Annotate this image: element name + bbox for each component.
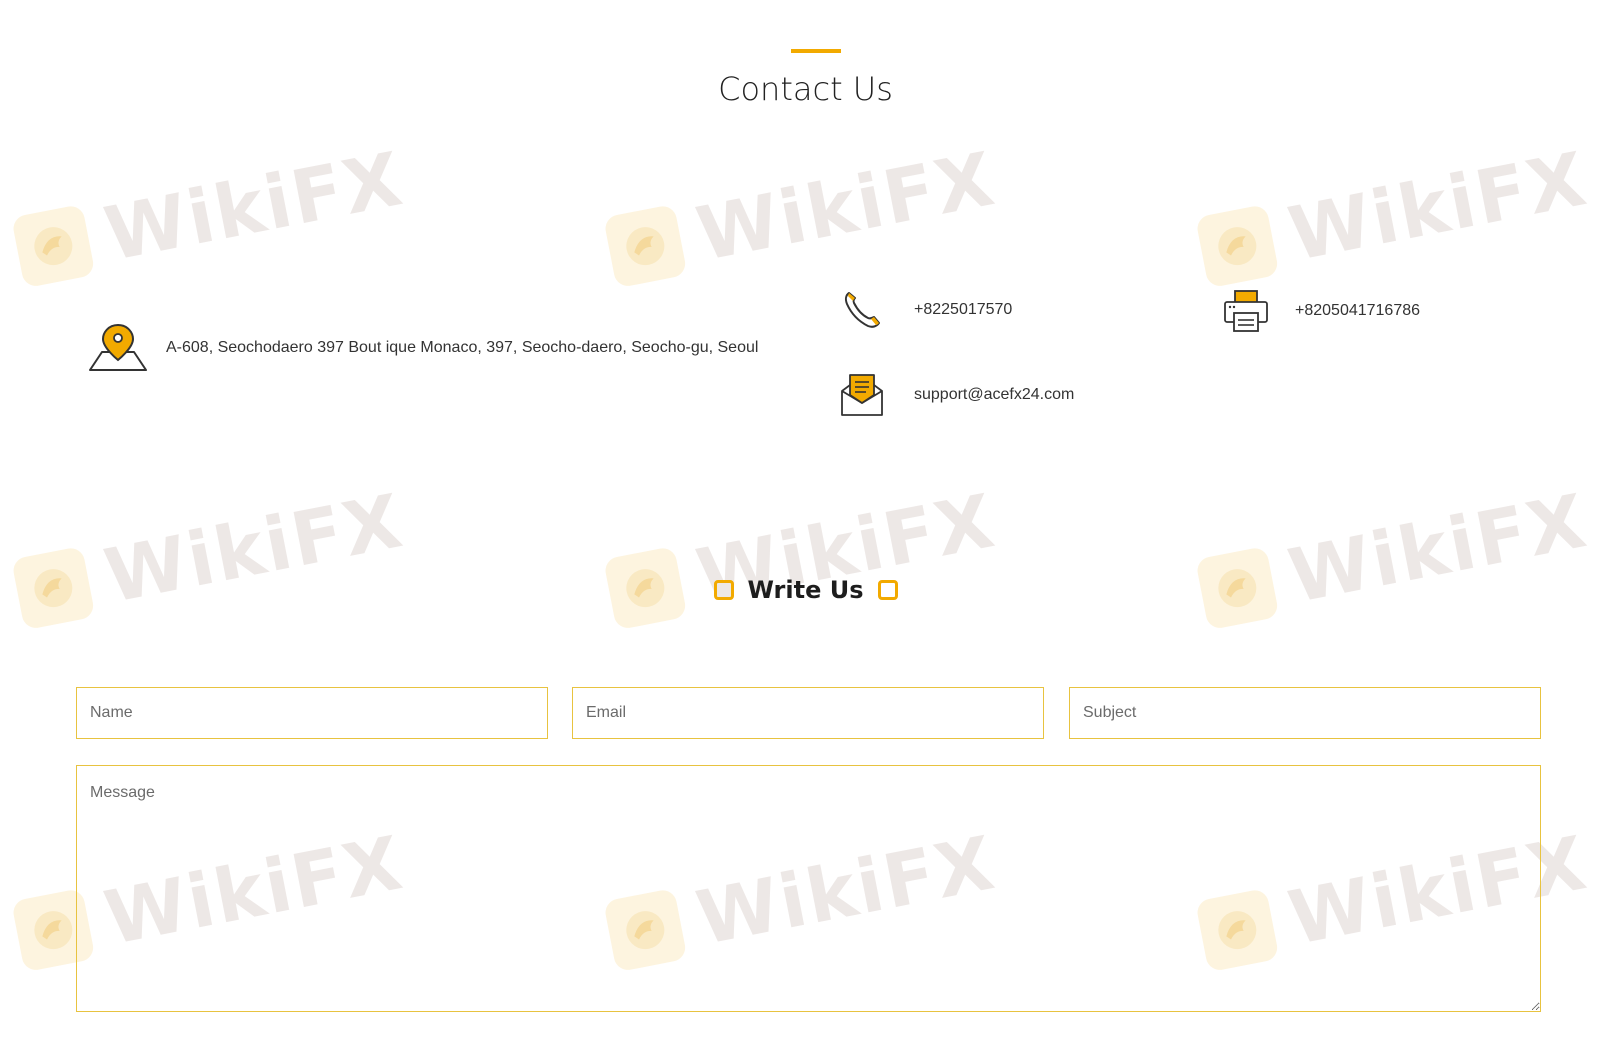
printer-icon (1223, 289, 1269, 333)
page-title: Contact Us (718, 70, 893, 108)
phone-block: +8225017570 (842, 290, 1012, 330)
watermark: WikiFX (1194, 136, 1594, 295)
write-us-heading: Write Us (0, 576, 1611, 604)
watermark-logo-icon (1195, 203, 1280, 289)
watermark: WikiFX (602, 136, 1002, 295)
subject-input[interactable] (1069, 687, 1541, 739)
watermark: WikiFX (10, 136, 410, 295)
message-textarea[interactable] (76, 765, 1541, 1012)
fax-block: +8205041716786 (1223, 289, 1420, 333)
watermark: WikiFX (10, 478, 410, 637)
write-us-title: Write Us (747, 576, 864, 604)
mail-envelope-icon (840, 373, 884, 417)
address-block: A-608, Seochodaero 397 Bout ique Monaco,… (88, 323, 758, 373)
watermark: WikiFX (602, 478, 1002, 637)
email-text[interactable]: support@acefx24.com (914, 386, 1074, 404)
email-block: support@acefx24.com (840, 373, 1074, 417)
watermark-text: WikiFX (690, 136, 1003, 279)
contact-page: WikiFX WikiFX WikiFX WikiFX WikiFX WikiF… (0, 0, 1611, 1041)
phone-text: +8225017570 (914, 301, 1013, 318)
fax-text: +8205041716786 (1295, 302, 1421, 319)
watermark: WikiFX (1194, 478, 1594, 637)
map-pin-icon (88, 323, 148, 373)
decor-square-icon (877, 580, 898, 600)
title-accent-bar (791, 49, 841, 53)
name-input[interactable] (76, 687, 548, 739)
email-input[interactable] (572, 687, 1044, 739)
decor-square-icon (713, 580, 734, 600)
watermark-logo-icon (11, 203, 96, 289)
watermark-text: WikiFX (98, 136, 411, 279)
watermark-logo-icon (603, 203, 688, 289)
watermark-text: WikiFX (1282, 136, 1595, 279)
phone-icon (842, 290, 882, 330)
address-text: A-608, Seochodaero 397 Bout ique Monaco,… (166, 339, 759, 356)
